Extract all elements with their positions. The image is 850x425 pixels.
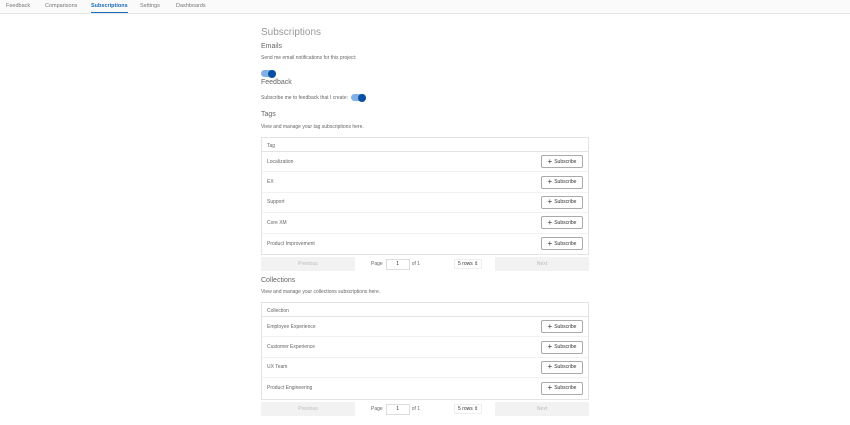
- plus-icon: +: [547, 321, 553, 331]
- top-nav: Feedback Comparisons Subscriptions Setti…: [0, 0, 850, 14]
- collections-description: View and manage your collections subscri…: [261, 289, 381, 295]
- row-name: Support: [267, 199, 285, 206]
- page-of: of 1: [411, 406, 421, 412]
- tags-table: Tag Localization + Subscribe EX + Subscribe…: [261, 137, 589, 255]
- table-row: Product Improvement + Subscribe: [262, 234, 588, 254]
- subscribe-label: Subscribe: [554, 219, 577, 226]
- tab-dashboards[interactable]: Dashboards: [176, 3, 206, 12]
- sort-arrows-icon: ⇕: [474, 406, 479, 412]
- tab-comparisons[interactable]: Comparisons: [45, 3, 77, 12]
- subscribe-label: Subscribe: [554, 199, 577, 206]
- subscribe-button[interactable]: + Subscribe: [541, 381, 583, 395]
- tags-pagination: Previous Page 1 of 1 5 rows ⇕ Next: [261, 257, 589, 271]
- table-row: UX Team + Subscribe: [262, 358, 588, 379]
- row-name: Product Improvement: [267, 240, 315, 247]
- collections-pagination: Previous Page 1 of 1 5 rows ⇕ Next: [261, 402, 589, 416]
- subscribe-label: Subscribe: [554, 179, 577, 186]
- rows-select[interactable]: 5 rows ⇕: [454, 404, 483, 414]
- subscribe-button[interactable]: + Subscribe: [541, 320, 583, 334]
- row-name: Customer Experience: [267, 344, 316, 351]
- tags-column-header: Tag: [262, 138, 588, 152]
- table-row: Product Engineering + Subscribe: [262, 378, 588, 398]
- page-input[interactable]: 1: [385, 403, 410, 415]
- subscribe-label: Subscribe: [554, 158, 577, 165]
- table-row: EX + Subscribe: [262, 172, 588, 193]
- page-label: Page: [371, 406, 383, 412]
- row-name: EX: [267, 179, 274, 186]
- plus-icon: +: [547, 177, 553, 187]
- subscribe-button[interactable]: + Subscribe: [541, 237, 583, 251]
- plus-icon: +: [547, 238, 553, 248]
- subscribe-button[interactable]: + Subscribe: [541, 360, 583, 374]
- subscribe-button[interactable]: + Subscribe: [541, 340, 583, 354]
- sort-arrows-icon: ⇕: [474, 261, 479, 267]
- rows-select-value: 5 rows: [458, 406, 473, 412]
- plus-icon: +: [547, 342, 553, 352]
- subscribe-button[interactable]: + Subscribe: [541, 195, 583, 209]
- previous-button[interactable]: Previous: [261, 257, 355, 271]
- rows-select-value: 5 rows: [458, 261, 473, 267]
- plus-icon: +: [547, 197, 553, 207]
- row-name: Core XM: [267, 219, 287, 226]
- page-title: Subscriptions: [261, 27, 322, 38]
- next-button[interactable]: Next: [495, 402, 589, 416]
- row-name: Employee Experience: [267, 323, 316, 330]
- page-label: Page: [371, 261, 383, 267]
- row-name: UX Team: [267, 364, 288, 371]
- emails-heading: Emails: [261, 43, 283, 50]
- emails-label: Send me email notifications for this pro…: [261, 55, 357, 61]
- next-button[interactable]: Next: [495, 257, 589, 271]
- plus-icon: +: [547, 156, 553, 166]
- collections-heading: Collections: [261, 277, 296, 284]
- tab-settings[interactable]: Settings: [140, 3, 160, 12]
- table-row: Customer Experience + Subscribe: [262, 337, 588, 358]
- collections-table: Collection Employee Experience + Subscrib…: [261, 302, 589, 400]
- table-row: Employee Experience + Subscribe: [262, 317, 588, 338]
- page-input[interactable]: 1: [385, 258, 410, 270]
- feedback-heading: Feedback: [261, 79, 292, 86]
- table-row: Localization + Subscribe: [262, 152, 588, 173]
- tags-heading: Tags: [261, 111, 276, 118]
- tab-feedback[interactable]: Feedback: [6, 3, 30, 12]
- row-name: Product Engineering: [267, 385, 313, 392]
- subscribe-button[interactable]: + Subscribe: [541, 175, 583, 189]
- subscribe-label: Subscribe: [554, 364, 577, 371]
- feedback-toggle[interactable]: [351, 93, 366, 102]
- subscribe-label: Subscribe: [554, 385, 577, 392]
- subscribe-button[interactable]: + Subscribe: [541, 216, 583, 230]
- plus-icon: +: [547, 362, 553, 372]
- table-row: Core XM + Subscribe: [262, 213, 588, 234]
- tab-subscriptions[interactable]: Subscriptions: [91, 3, 128, 13]
- tags-description: View and manage your tag subscriptions h…: [261, 124, 364, 130]
- page-of: of 1: [411, 261, 421, 267]
- rows-select[interactable]: 5 rows ⇕: [454, 259, 483, 269]
- table-row: Support + Subscribe: [262, 193, 588, 214]
- emails-toggle[interactable]: [261, 69, 276, 78]
- subscribe-label: Subscribe: [554, 344, 577, 351]
- subscribe-label: Subscribe: [554, 323, 577, 330]
- plus-icon: +: [547, 217, 553, 227]
- subscribe-button[interactable]: + Subscribe: [541, 155, 583, 169]
- subscribe-label: Subscribe: [554, 240, 577, 247]
- collections-column-header: Collection: [262, 303, 588, 317]
- plus-icon: +: [547, 383, 553, 393]
- row-name: Localization: [267, 158, 294, 165]
- previous-button[interactable]: Previous: [261, 402, 355, 416]
- feedback-label: Subscribe me to feedback that I create:: [261, 94, 348, 101]
